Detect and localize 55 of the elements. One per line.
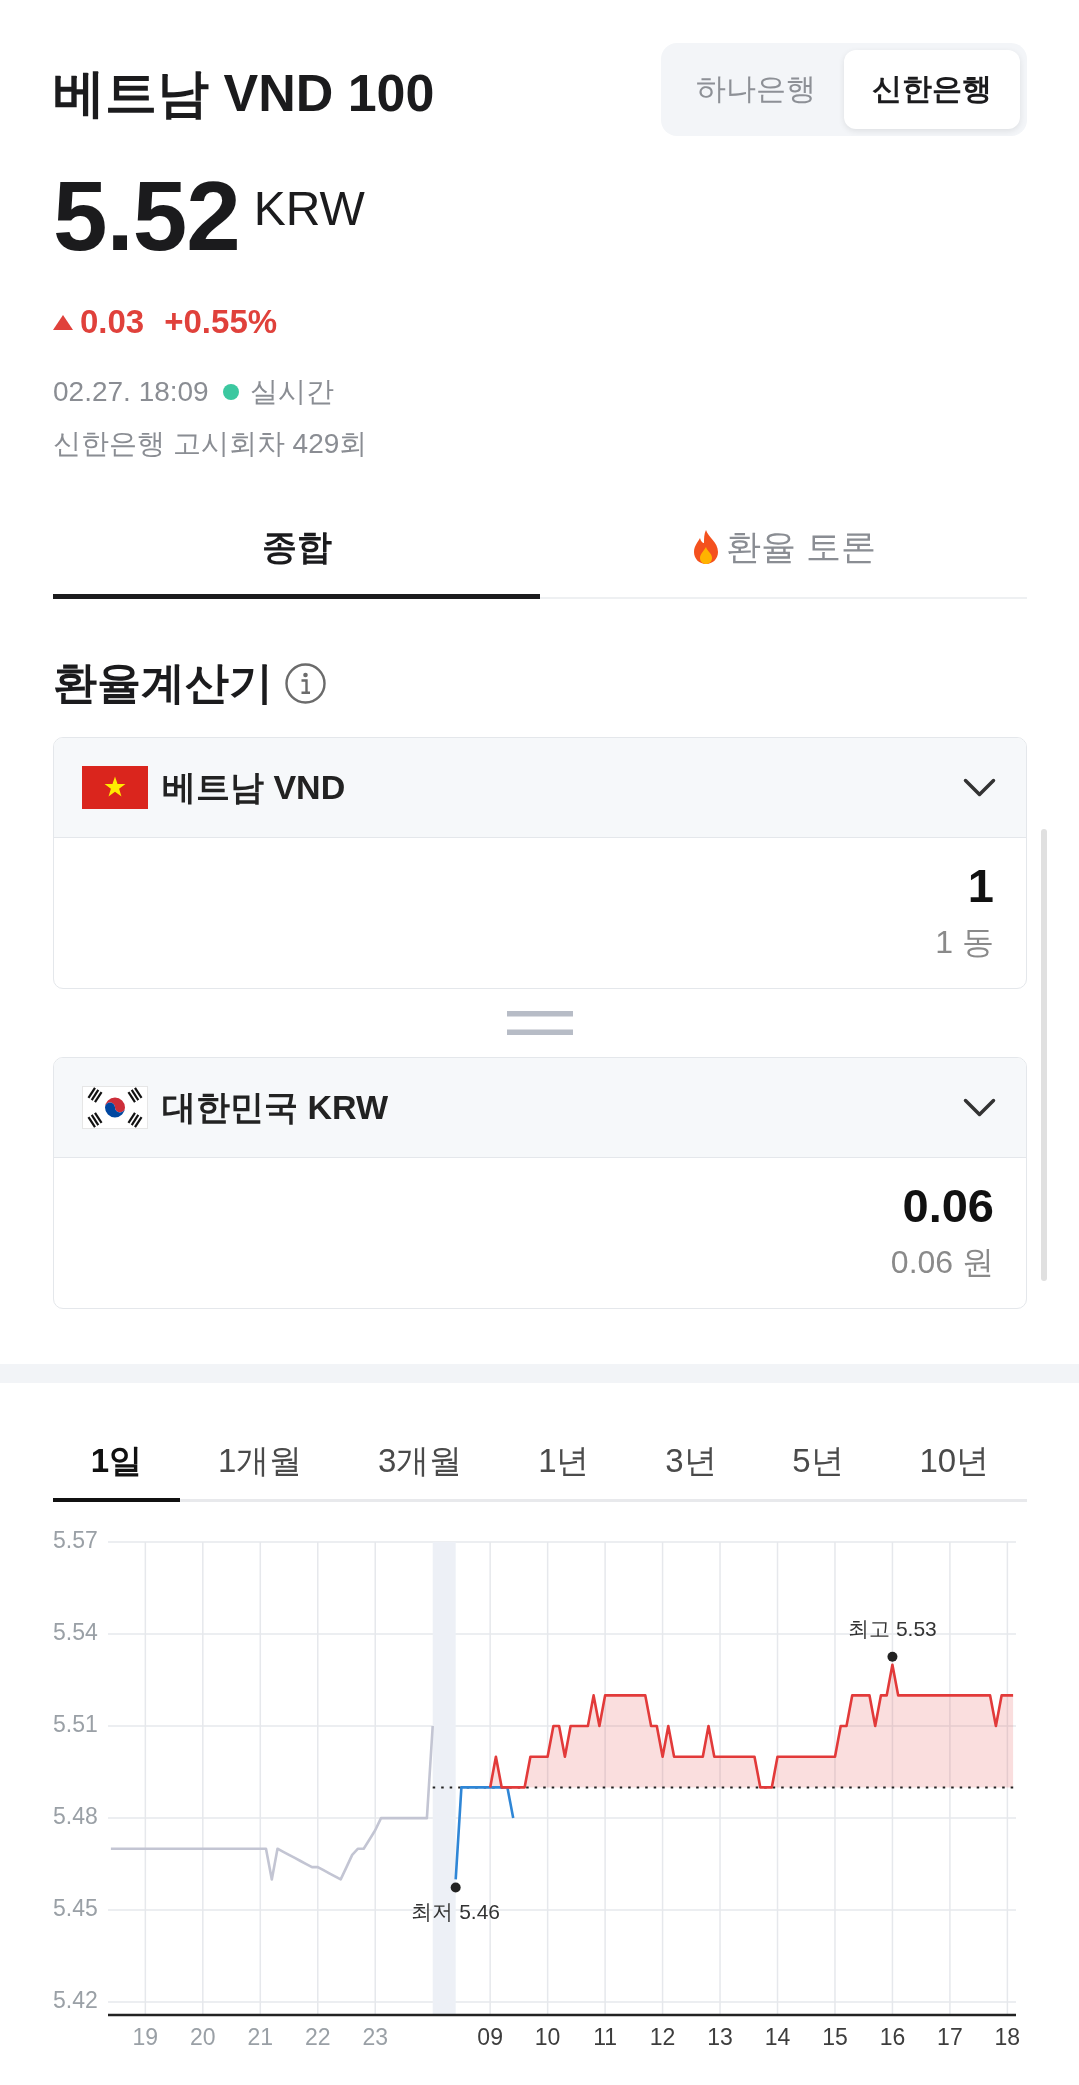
notice-text: 신한은행 고시회차 429회 [53,427,369,461]
period-tab[interactable]: 1년 [500,1418,628,1502]
period-tab[interactable]: 3년 [627,1418,755,1502]
change-amount: 0.03 [80,302,145,342]
axis-label: 19 [132,2024,159,2051]
axis-label: 5.45 [53,1895,98,1922]
axis-label: 5.48 [53,1803,98,1830]
axis-label: 16 [879,2024,906,2051]
axis-label: 10 [534,2024,561,2051]
live-label: 실시간 [249,375,334,409]
period-tab[interactable]: 1일 [53,1418,181,1502]
annotation-label: 최저 5.46 [411,1899,501,1923]
update-time: 02.27. 18:09 [53,375,209,409]
axis-label: 12 [649,2024,676,2051]
converted-amount: 1 동 [935,923,994,962]
currency-select[interactable]: 대한민국 KRW [54,1058,1026,1158]
axis-label: 14 [764,2024,791,2051]
tab[interactable]: 종합 [53,503,540,599]
amount-input[interactable]: 1 [86,856,994,916]
amount-input[interactable]: 0.06 [86,1176,994,1236]
currency-unit: KRW [253,185,365,233]
axis-label: 09 [477,2024,503,2051]
period-tab[interactable]: 3개월 [340,1418,501,1502]
currency-select[interactable]: 베트남 VND [54,738,1026,838]
period-tab[interactable]: 10년 [881,1418,1027,1502]
axis-label: 5.54 [53,1619,98,1646]
axis-label: 22 [304,2024,331,2051]
page-title: 베트남 VND 100 [53,62,435,123]
axis-label: 15 [822,2024,848,2051]
axis-label: 17 [937,2024,963,2051]
period-tab[interactable]: 1개월 [180,1418,341,1502]
axis-label: 5.42 [53,1987,98,2014]
point-marker-icon [887,1651,898,1662]
chevron-down-icon [963,1098,996,1117]
annotation-label: 최고 5.53 [848,1617,937,1641]
axis-label: 13 [707,2024,733,2051]
chevron-down-icon [963,778,996,797]
axis-label: 5.57 [53,1527,98,1554]
exchange-rate: 5.52 [53,167,240,265]
axis-label: 18 [994,2024,1021,2051]
period-tab[interactable]: 5년 [754,1418,882,1502]
flag-icon [82,1086,148,1129]
equals-icon [507,1011,573,1035]
change-percent: +0.55% [164,302,278,342]
bank-option[interactable]: 신한은행 [844,50,1020,129]
point-marker-icon [450,1882,461,1893]
flag-icon [82,766,148,809]
axis-label: 5.51 [53,1711,98,1738]
section-title: 환율계산기 [53,657,273,709]
info-icon[interactable] [285,662,326,704]
axis-label: 23 [362,2024,388,2051]
converted-amount: 0.06 원 [890,1243,994,1282]
axis-label: 11 [593,2024,618,2051]
axis-label: 20 [190,2024,216,2051]
axis-label: 21 [247,2024,274,2051]
